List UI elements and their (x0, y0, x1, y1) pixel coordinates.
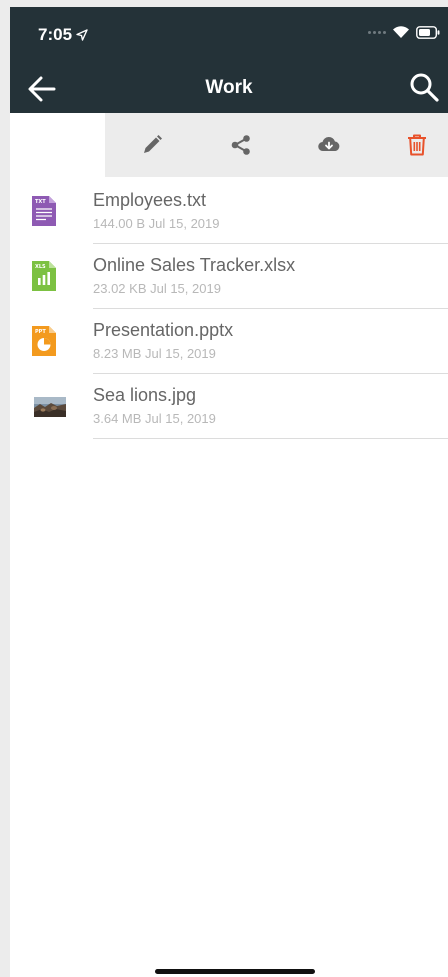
download-button[interactable] (315, 131, 343, 159)
file-row-employees[interactable]: TXT Employees.txt 144.00 B Jul 15, 2019 (10, 179, 448, 244)
txt-file-icon: TXT (32, 196, 56, 226)
share-icon (231, 135, 250, 155)
share-button[interactable] (227, 131, 255, 159)
search-icon (410, 73, 439, 102)
rename-button[interactable] (138, 131, 166, 159)
file-row-sea-lions[interactable]: Sea lions.jpg 3.64 MB Jul 15, 2019 (10, 374, 448, 439)
file-info: 23.02 KB Jul 15, 2019 (93, 281, 221, 296)
delete-button[interactable] (403, 131, 431, 159)
file-name: Employees.txt (93, 190, 207, 210)
file-list: TXT Employees.txt 144.00 B Jul 15, 2019 … (10, 179, 448, 439)
action-toolbar (10, 113, 448, 177)
status-time: 7:05 (38, 25, 88, 45)
txt-badge: TXT (35, 199, 46, 205)
pencil-icon (144, 135, 162, 153)
app-screen: 7:05 Work TXT Employees.txt 144.00 B Jul… (10, 7, 448, 977)
file-meta: Employees.txt 144.00 B Jul 15, 2019 (93, 179, 448, 244)
toolbar-spacer (10, 113, 105, 177)
toolbar-actions (105, 113, 448, 177)
file-info: 8.23 MB Jul 15, 2019 (93, 346, 216, 361)
file-row-sales-tracker[interactable]: XLS Online Sales Tracker.xlsx 23.02 KB J… (10, 244, 448, 309)
file-meta: Sea lions.jpg 3.64 MB Jul 15, 2019 (93, 374, 448, 439)
ppt-badge: PPT (35, 329, 46, 335)
wifi-icon (393, 26, 409, 38)
file-name: Sea lions.jpg (93, 385, 197, 405)
trash-icon (408, 134, 426, 156)
cell-signal-icon (368, 30, 386, 34)
xlsx-file-icon: XLS (32, 261, 56, 291)
search-button[interactable] (408, 71, 442, 105)
top-bar: 7:05 Work (10, 7, 448, 113)
file-info: 144.00 B Jul 15, 2019 (93, 216, 220, 231)
file-name: Presentation.pptx (93, 320, 234, 340)
battery-icon (416, 25, 440, 39)
file-meta: Presentation.pptx 8.23 MB Jul 15, 2019 (93, 309, 448, 374)
status-indicators (368, 25, 440, 39)
home-indicator[interactable] (155, 969, 315, 974)
file-row-presentation[interactable]: PPT Presentation.pptx 8.23 MB Jul 15, 20… (10, 309, 448, 374)
file-info: 3.64 MB Jul 15, 2019 (93, 411, 216, 426)
file-meta: Online Sales Tracker.xlsx 23.02 KB Jul 1… (93, 244, 448, 309)
location-arrow-icon (76, 29, 88, 41)
navigation-bar: Work (10, 65, 448, 113)
xls-badge: XLS (35, 264, 46, 270)
cloud-download-icon (318, 137, 340, 152)
file-name: Online Sales Tracker.xlsx (93, 255, 296, 275)
image-thumbnail-icon (34, 397, 66, 417)
clock-label: 7:05 (38, 25, 73, 44)
page-title: Work (205, 77, 253, 98)
pptx-file-icon: PPT (32, 326, 56, 356)
